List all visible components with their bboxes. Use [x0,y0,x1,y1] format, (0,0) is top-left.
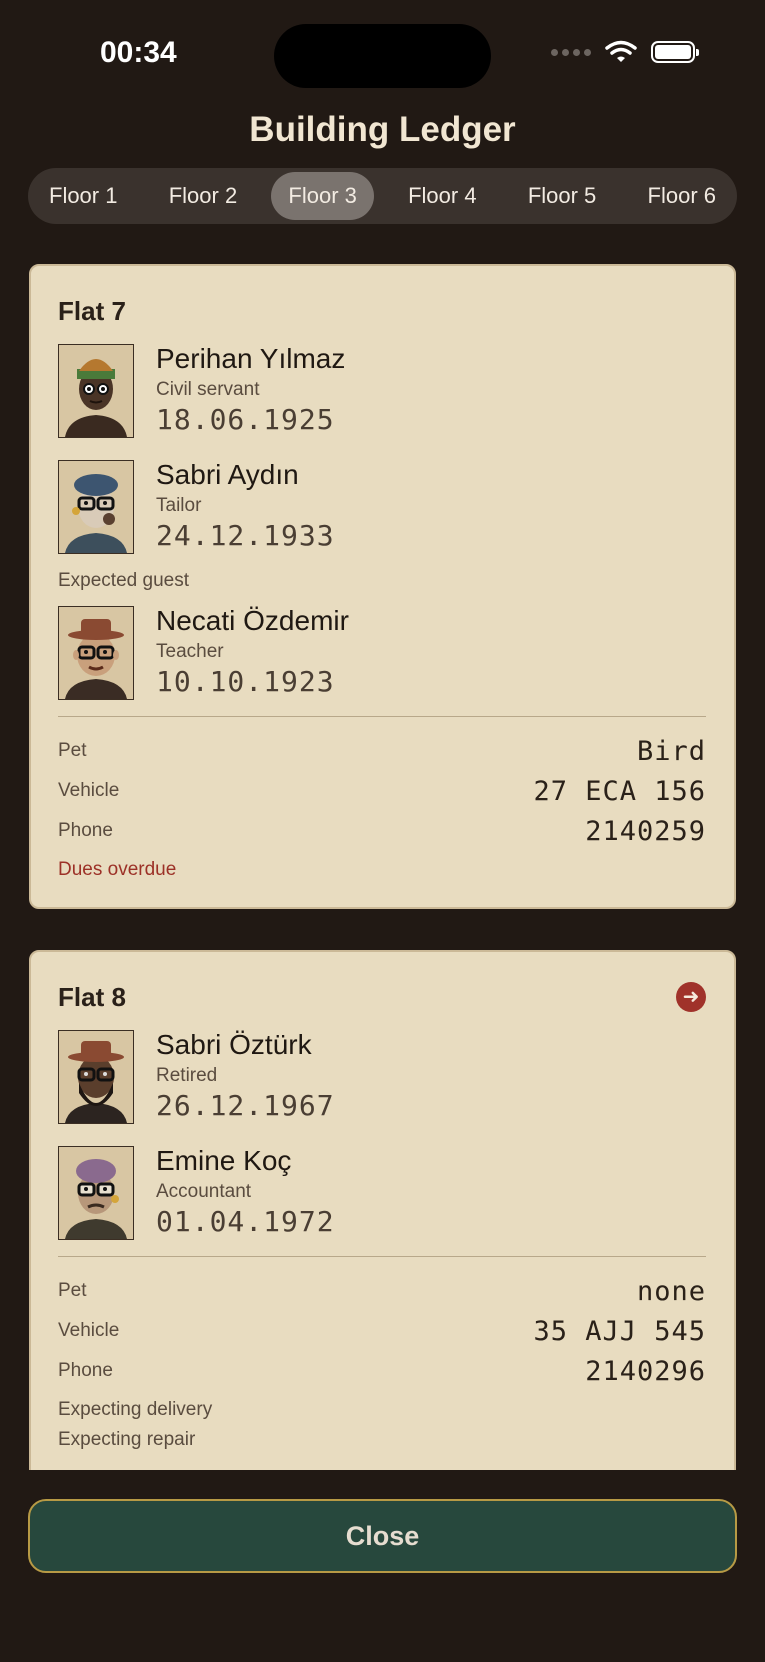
resident-name: Emine Koç [156,1145,292,1176]
tab-floor-3[interactable]: Floor 3 [271,172,374,220]
avatar [58,606,134,700]
tab-floor-1[interactable]: Floor 1 [32,172,134,220]
guest-occupation: Teacher [156,641,224,662]
vehicle-label: Vehicle [58,1320,120,1341]
vehicle-row: Vehicle 27 ECA 156 [58,771,706,811]
vehicle-row: Vehicle 35 AJJ 545 [58,1311,706,1351]
guest-label: Expected guest [58,570,189,591]
wifi-icon [605,40,637,62]
resident-row[interactable]: Perihan Yılmaz Civil servant 18.06.1925 [58,343,706,438]
avatar [58,1146,134,1240]
dynamic-island [274,24,491,88]
divider [58,716,706,717]
tab-floor-2[interactable]: Floor 2 [152,172,254,220]
vehicle-label: Vehicle [58,780,120,801]
resident-birthdate: 26.12.1967 [156,1089,335,1122]
resident-name: Perihan Yılmaz [156,343,346,374]
dues-overdue-flag: Dues overdue [58,859,177,880]
avatar [58,344,134,438]
phone-value: 2140259 [585,815,706,847]
resident-birthdate: 24.12.1933 [156,519,335,552]
resident-occupation: Civil servant [156,379,260,400]
avatar [58,460,134,554]
floor-tabs: Floor 1 Floor 2 Floor 3 Floor 4 Floor 5 … [28,168,737,224]
close-button[interactable]: Close [28,1499,737,1573]
avatar [58,1030,134,1124]
vehicle-value: 27 ECA 156 [533,775,706,807]
pet-value: none [636,1275,706,1307]
flat-list[interactable]: Flat 7 Perihan Yılmaz Civil servant 18.0… [0,250,765,1470]
phone-value: 2140296 [585,1355,706,1387]
resident-birthdate: 01.04.1972 [156,1205,335,1238]
resident-row[interactable]: Sabri Aydın Tailor 24.12.1933 [58,459,706,554]
pet-label: Pet [58,740,87,761]
flat-card: Flat 7 Perihan Yılmaz Civil servant 18.0… [29,264,736,909]
phone-label: Phone [58,820,113,841]
pet-label: Pet [58,1280,87,1301]
resident-birthdate: 18.06.1925 [156,403,335,436]
phone-label: Phone [58,1360,113,1381]
status-time: 00:34 [100,36,177,69]
resident-occupation: Retired [156,1065,218,1086]
flat-title: Flat 7 [58,296,126,326]
page-title: Building Ledger [249,110,516,149]
resident-name: Sabri Aydın [156,459,299,490]
pet-value: Bird [636,735,706,767]
pet-row: Pet none [58,1271,706,1311]
signal-icon [551,48,591,56]
flat-card: Flat 8 ➜ Sabri Öztürk Retired 26.12.1967… [29,950,736,1470]
vehicle-value: 35 AJJ 545 [533,1315,706,1347]
resident-row[interactable]: Emine Koç Accountant 01.04.1972 [58,1145,706,1240]
delivery-flag: Expecting delivery [58,1399,213,1420]
tab-floor-5[interactable]: Floor 5 [511,172,613,220]
divider [58,1256,706,1257]
guest-birthdate: 10.10.1923 [156,665,335,698]
tab-floor-4[interactable]: Floor 4 [391,172,493,220]
pet-row: Pet Bird [58,731,706,771]
resident-occupation: Tailor [156,495,202,516]
status-icons [551,40,699,64]
guest-name: Necati Özdemir [156,605,349,636]
resident-name: Sabri Öztürk [156,1029,312,1060]
flat-title: Flat 8 [58,982,126,1012]
arrow-right-icon[interactable]: ➜ [676,982,706,1012]
battery-icon [651,41,699,63]
guest-row[interactable]: Necati Özdemir Teacher 10.10.1923 [58,605,706,700]
repair-flag: Expecting repair [58,1429,196,1450]
phone-row: Phone 2140259 [58,811,706,851]
phone-row: Phone 2140296 [58,1351,706,1391]
tab-floor-6[interactable]: Floor 6 [631,172,733,220]
resident-occupation: Accountant [156,1181,252,1202]
resident-row[interactable]: Sabri Öztürk Retired 26.12.1967 [58,1029,706,1124]
